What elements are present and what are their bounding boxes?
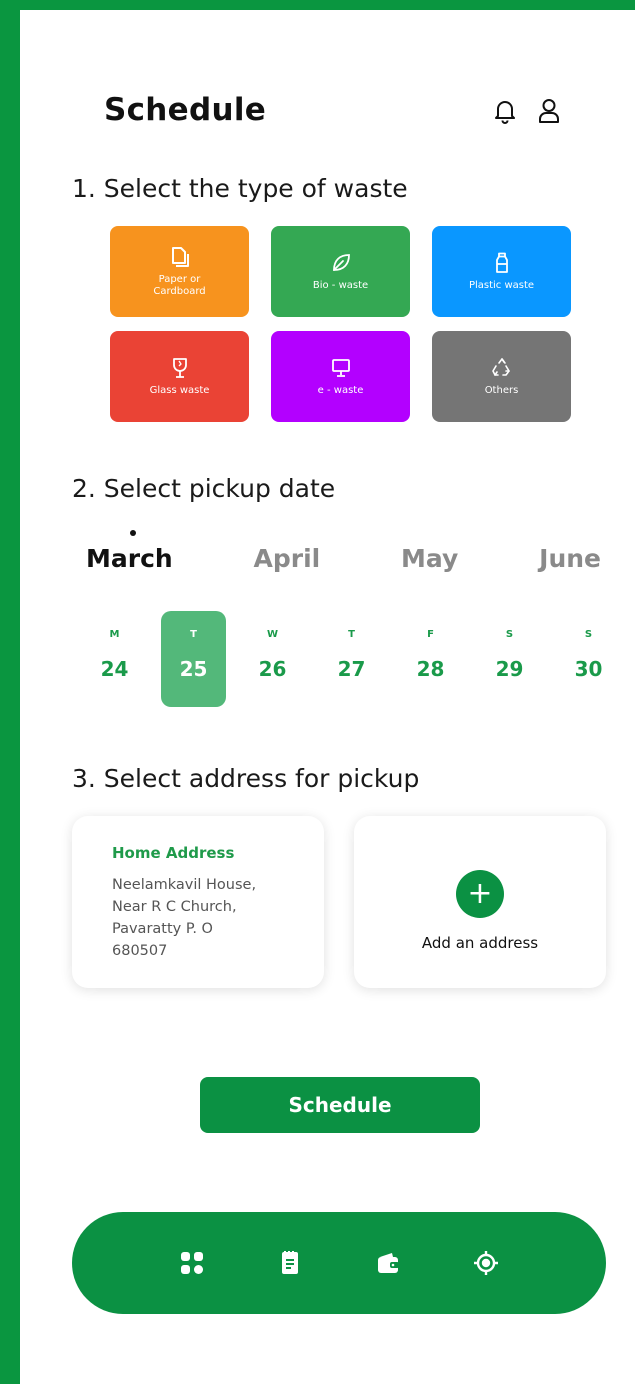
address-line: Neelamkavil House, — [112, 877, 257, 893]
day-number: 28 — [416, 657, 445, 681]
waste-tile-label: Glass waste — [149, 384, 210, 396]
plus-icon[interactable]: + — [456, 870, 504, 918]
address-line: 680507 — [112, 943, 168, 959]
waste-tile-plastic[interactable]: Plastic waste — [432, 226, 571, 317]
bottle-icon — [495, 252, 508, 273]
day-name: T — [190, 629, 197, 640]
header-actions — [494, 98, 560, 124]
leaf-icon — [332, 253, 350, 271]
bell-icon[interactable] — [494, 98, 516, 124]
day-item[interactable]: M 24 — [82, 611, 147, 707]
month-tab[interactable]: May — [401, 544, 458, 573]
address-line: Near R C Church, — [112, 899, 237, 915]
month-tab[interactable]: June — [539, 544, 601, 573]
wallet-icon[interactable] — [374, 1249, 402, 1277]
add-address-label: Add an address — [421, 934, 539, 952]
day-name: S — [584, 629, 593, 640]
schedule-button[interactable]: Schedule — [200, 1077, 480, 1133]
month-tab[interactable]: April — [254, 544, 321, 573]
notes-icon[interactable] — [276, 1249, 304, 1277]
day-item[interactable]: T 27 — [319, 611, 384, 707]
day-name: M — [109, 629, 120, 640]
day-item[interactable]: S 29 — [477, 611, 542, 707]
add-address-card[interactable]: + Add an address — [354, 816, 606, 988]
address-heading: 3. Select address for pickup — [72, 764, 420, 793]
dashboard-icon[interactable] — [178, 1249, 206, 1277]
waste-tile-label: Bio - waste — [312, 279, 369, 291]
home-address-title: Home Address — [112, 844, 235, 862]
day-name: F — [427, 629, 434, 640]
day-item[interactable]: S 30 — [556, 611, 621, 707]
day-name: W — [266, 629, 279, 640]
waste-tile-paper[interactable]: Paper or Cardboard — [110, 226, 249, 317]
month-label: June — [539, 544, 601, 573]
month-tab[interactable]: March — [86, 530, 173, 573]
month-label: March — [86, 544, 173, 573]
home-address-card[interactable]: Home Address Neelamkavil House, Near R C… — [72, 816, 324, 988]
day-item[interactable]: F 28 — [398, 611, 463, 707]
active-month-dot — [130, 530, 136, 536]
month-selector: March April May June — [86, 530, 601, 573]
waste-tile-glass[interactable]: Glass waste — [110, 331, 249, 422]
waste-tile-label: Plastic waste — [468, 279, 535, 291]
waste-type-heading: 1. Select the type of waste — [72, 174, 408, 203]
waste-tile-ewaste[interactable]: e - waste — [271, 331, 410, 422]
day-number: 26 — [258, 657, 287, 681]
waste-tile-bio[interactable]: Bio - waste — [271, 226, 410, 317]
schedule-screen: Schedule 1. Select the type of waste Pap… — [20, 10, 635, 1384]
user-icon[interactable] — [538, 98, 560, 124]
day-name: T — [348, 629, 355, 640]
bottom-nav — [72, 1212, 606, 1314]
pickup-date-heading: 2. Select pickup date — [72, 474, 336, 503]
day-number: 29 — [495, 657, 524, 681]
monitor-icon — [331, 358, 350, 377]
waste-tile-label: Paper or Cardboard — [153, 273, 206, 297]
day-number: 24 — [100, 657, 129, 681]
day-item[interactable]: W 26 — [240, 611, 305, 707]
waste-tile-label: Others — [484, 384, 519, 396]
day-selector: M 24 T 25 W 26 T 27 F 28 S 29 S 30 — [82, 611, 621, 707]
month-label: May — [401, 544, 459, 573]
location-icon[interactable] — [472, 1249, 500, 1277]
document-icon — [171, 246, 189, 267]
waste-type-grid: Paper or Cardboard Bio - waste Plastic w… — [110, 226, 571, 422]
day-name: S — [505, 629, 514, 640]
day-number: 30 — [574, 657, 603, 681]
day-number: 25 — [179, 657, 208, 681]
waste-tile-others[interactable]: Others — [432, 331, 571, 422]
day-number: 27 — [337, 657, 366, 681]
glass-icon — [172, 357, 187, 378]
page-title: Schedule — [104, 92, 267, 128]
day-item[interactable]: T 25 — [161, 611, 226, 707]
recycle-icon — [491, 357, 510, 376]
address-line: Pavaratty P. O — [112, 921, 213, 937]
month-label: April — [253, 544, 321, 573]
waste-tile-label: e - waste — [317, 384, 364, 396]
